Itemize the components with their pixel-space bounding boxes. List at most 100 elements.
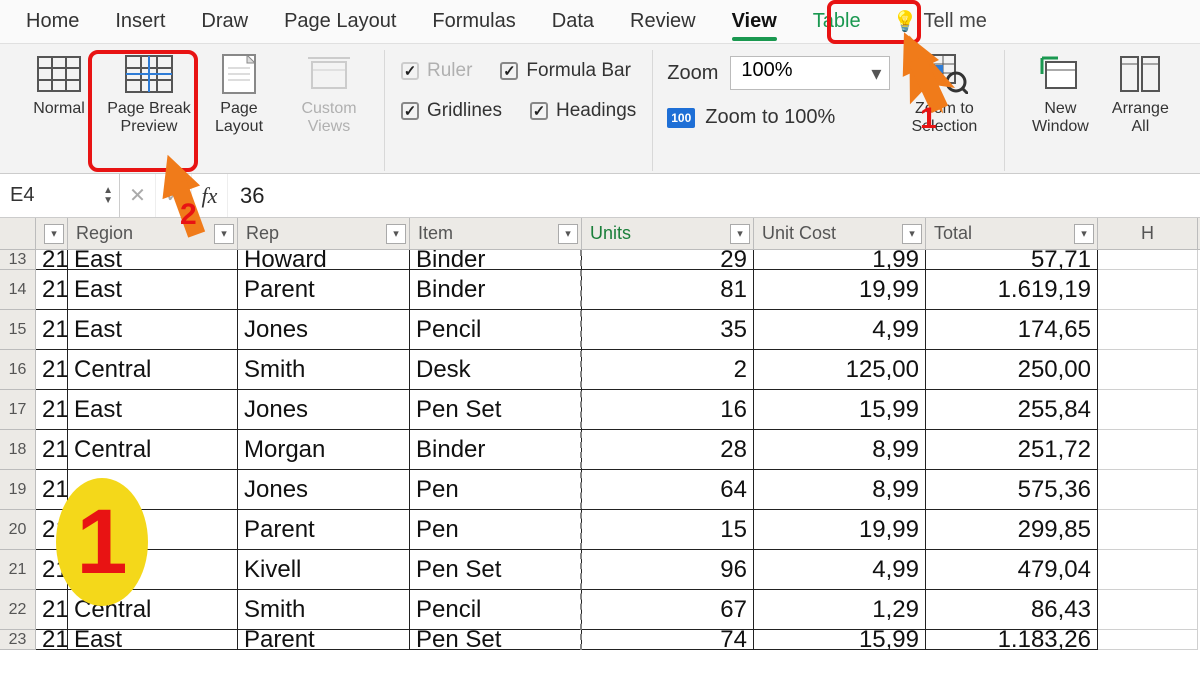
cell[interactable] bbox=[1098, 250, 1198, 270]
cell[interactable]: East bbox=[68, 390, 238, 430]
cell[interactable]: 29 bbox=[582, 250, 754, 270]
cell[interactable]: 8,99 bbox=[754, 430, 926, 470]
formula-bar-checkbox[interactable]: Formula Bar bbox=[500, 60, 631, 82]
cell[interactable]: 1,99 bbox=[754, 250, 926, 270]
cell[interactable]: Smith bbox=[238, 350, 410, 390]
row-header[interactable]: 13 bbox=[0, 250, 36, 270]
cell[interactable]: 1,29 bbox=[754, 590, 926, 630]
cell[interactable]: East bbox=[68, 310, 238, 350]
cell[interactable]: 174,65 bbox=[926, 310, 1098, 350]
cell[interactable]: 21 bbox=[36, 590, 68, 630]
row-header[interactable]: 14 bbox=[0, 270, 36, 310]
col-region-header[interactable]: Region▾ bbox=[68, 218, 238, 249]
cell[interactable]: Pen bbox=[410, 470, 582, 510]
cell[interactable]: 19,99 bbox=[754, 270, 926, 310]
cell[interactable]: 251,72 bbox=[926, 430, 1098, 470]
col-total-header[interactable]: Total▾ bbox=[926, 218, 1098, 249]
cell[interactable]: 28 bbox=[582, 430, 754, 470]
table-row[interactable]: 2221CentralSmithPencil671,2986,43 bbox=[0, 590, 1200, 630]
cell[interactable]: 67 bbox=[582, 590, 754, 630]
table-row[interactable]: 2121alKivellPen Set964,99479,04 bbox=[0, 550, 1200, 590]
cell[interactable]: Binder bbox=[410, 430, 582, 470]
col-a-header[interactable]: ▾ bbox=[36, 218, 68, 249]
gridlines-checkbox[interactable]: Gridlines bbox=[401, 100, 502, 122]
row-header[interactable]: 16 bbox=[0, 350, 36, 390]
table-row[interactable]: 1621CentralSmithDesk2125,00250,00 bbox=[0, 350, 1200, 390]
filter-icon[interactable]: ▾ bbox=[558, 224, 578, 244]
cell[interactable]: 86,43 bbox=[926, 590, 1098, 630]
cell[interactable]: 64 bbox=[582, 470, 754, 510]
cell[interactable]: 21 bbox=[36, 510, 68, 550]
cell[interactable]: 15 bbox=[582, 510, 754, 550]
zoom-select[interactable]: 100% bbox=[730, 56, 890, 90]
col-h-header[interactable]: H bbox=[1098, 218, 1198, 249]
cell[interactable]: 15,99 bbox=[754, 390, 926, 430]
table-row[interactable]: 1321EastHowardBinder291,9957,71 bbox=[0, 250, 1200, 270]
menu-table[interactable]: Table bbox=[795, 4, 879, 39]
menu-formulas[interactable]: Formulas bbox=[414, 4, 533, 39]
cell[interactable]: East bbox=[68, 250, 238, 270]
cell[interactable]: 255,84 bbox=[926, 390, 1098, 430]
zoom-to-100-button[interactable]: 100 Zoom to 100% bbox=[667, 106, 890, 129]
cell[interactable] bbox=[1098, 470, 1198, 510]
cell[interactable]: Morgan bbox=[238, 430, 410, 470]
cell[interactable]: 21 bbox=[36, 430, 68, 470]
zoom-to-selection-button[interactable]: Zoom to Selection bbox=[894, 50, 994, 141]
row-header[interactable]: 23 bbox=[0, 630, 36, 650]
headings-checkbox[interactable]: Headings bbox=[530, 100, 636, 122]
row-header[interactable]: 20 bbox=[0, 510, 36, 550]
menu-review[interactable]: Review bbox=[612, 4, 714, 39]
col-units-header[interactable]: Units▾ bbox=[582, 218, 754, 249]
cell[interactable]: 35 bbox=[582, 310, 754, 350]
spreadsheet-grid[interactable]: 1321EastHowardBinder291,9957,711421EastP… bbox=[0, 250, 1200, 650]
table-row[interactable]: 1921JonesPen648,99575,36 bbox=[0, 470, 1200, 510]
cell[interactable]: Central bbox=[68, 350, 238, 390]
cell[interactable]: 19,99 bbox=[754, 510, 926, 550]
cell[interactable]: 250,00 bbox=[926, 350, 1098, 390]
cell[interactable]: Jones bbox=[238, 470, 410, 510]
cell[interactable]: 21 bbox=[36, 270, 68, 310]
cell[interactable]: 57,71 bbox=[926, 250, 1098, 270]
cell[interactable]: Central bbox=[68, 590, 238, 630]
col-unitcost-header[interactable]: Unit Cost▾ bbox=[754, 218, 926, 249]
cell[interactable]: 21 bbox=[36, 630, 68, 650]
cell[interactable]: 21 bbox=[36, 390, 68, 430]
enter-formula-button[interactable]: ✓ bbox=[156, 174, 192, 217]
row-header[interactable]: 19 bbox=[0, 470, 36, 510]
cell[interactable]: Jones bbox=[238, 390, 410, 430]
cell[interactable] bbox=[1098, 550, 1198, 590]
cell[interactable]: Jones bbox=[238, 310, 410, 350]
page-layout-button[interactable]: Page Layout bbox=[194, 50, 284, 141]
select-all-corner[interactable] bbox=[0, 218, 36, 249]
cell[interactable]: 21 bbox=[36, 550, 68, 590]
cell[interactable]: 16 bbox=[582, 390, 754, 430]
filter-icon[interactable]: ▾ bbox=[44, 224, 64, 244]
cell[interactable]: Desk bbox=[410, 350, 582, 390]
cell[interactable]: 1.183,26 bbox=[926, 630, 1098, 650]
cell[interactable]: 299,85 bbox=[926, 510, 1098, 550]
cell[interactable]: 96 bbox=[582, 550, 754, 590]
menu-page-layout[interactable]: Page Layout bbox=[266, 4, 414, 39]
cell[interactable]: East bbox=[68, 270, 238, 310]
cell[interactable]: 21 bbox=[36, 310, 68, 350]
filter-icon[interactable]: ▾ bbox=[386, 224, 406, 244]
cell[interactable]: Central bbox=[68, 430, 238, 470]
cell[interactable]: 8,99 bbox=[754, 470, 926, 510]
table-row[interactable]: 1721EastJonesPen Set1615,99255,84 bbox=[0, 390, 1200, 430]
col-rep-header[interactable]: Rep▾ bbox=[238, 218, 410, 249]
cell[interactable]: 575,36 bbox=[926, 470, 1098, 510]
cell[interactable]: 125,00 bbox=[754, 350, 926, 390]
tell-me[interactable]: 💡 Tell me bbox=[879, 3, 1001, 40]
row-header[interactable]: 17 bbox=[0, 390, 36, 430]
cell[interactable]: Parent bbox=[238, 270, 410, 310]
page-break-preview-button[interactable]: Page Break Preview bbox=[104, 50, 194, 141]
cell[interactable]: Pencil bbox=[410, 310, 582, 350]
menu-insert[interactable]: Insert bbox=[97, 4, 183, 39]
menu-home[interactable]: Home bbox=[8, 4, 97, 39]
cell[interactable] bbox=[1098, 270, 1198, 310]
filter-icon[interactable]: ▾ bbox=[1074, 224, 1094, 244]
col-item-header[interactable]: Item▾ bbox=[410, 218, 582, 249]
cell[interactable]: 1.619,19 bbox=[926, 270, 1098, 310]
cell[interactable] bbox=[1098, 590, 1198, 630]
cell[interactable]: 4,99 bbox=[754, 310, 926, 350]
